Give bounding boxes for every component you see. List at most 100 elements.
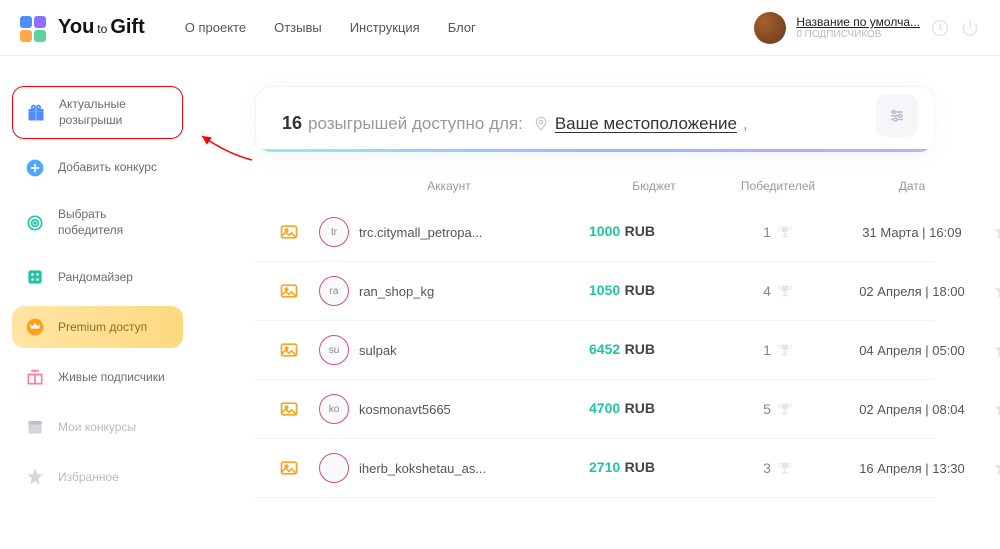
logo-text: YoutoGift (58, 16, 145, 39)
sidebar: Актуальные розыгрыши Добавить конкурс Вы… (0, 56, 195, 506)
user-name-link[interactable]: Название по умолча... (796, 15, 920, 29)
sidebar-item-my-contests[interactable]: Мои конкурсы (12, 406, 183, 448)
banner-comma: , (743, 114, 748, 134)
nav-about[interactable]: О проекте (185, 20, 246, 35)
account-name: ran_shop_kg (359, 284, 434, 299)
nav-instructions[interactable]: Инструкция (350, 20, 420, 35)
budget-amount: 4700 (589, 400, 620, 416)
sidebar-item-active-giveaways[interactable]: Актуальные розыгрыши (12, 86, 183, 139)
sidebar-item-label: Актуальные розыгрыши (59, 97, 170, 128)
budget-currency: RUB (625, 459, 655, 475)
favorite-star[interactable] (987, 340, 1000, 360)
calendar-icon (24, 416, 46, 438)
sidebar-item-label: Premium доступ (58, 320, 147, 336)
main: 16 розыгрышей доступно для: Ваше местопо… (195, 56, 1000, 506)
filter-button[interactable] (876, 94, 918, 136)
user-subs-label: 0 ПОДПИСЧИКОВ (796, 29, 920, 40)
budget-currency: RUB (625, 223, 655, 239)
account-avatar: su (319, 335, 349, 365)
sidebar-item-live-subs[interactable]: Живые подписчики (12, 356, 183, 398)
clock-icon[interactable] (930, 18, 950, 38)
sidebar-item-favorites[interactable]: Избранное (12, 456, 183, 498)
budget-currency: RUB (625, 341, 655, 357)
table-header: Аккаунт Бюджет Победителей Дата (255, 169, 935, 203)
sidebar-item-label: Рандомайзер (58, 270, 133, 286)
avatar[interactable] (754, 12, 786, 44)
image-icon (269, 399, 309, 419)
table-body: tr trc.citymall_petropa... 1000 RUB 1 31… (255, 203, 935, 498)
banner: 16 розыгрышей доступно для: Ваше местопо… (255, 86, 935, 153)
budget-amount: 1050 (589, 282, 620, 298)
trophy-icon (777, 342, 793, 358)
budget-amount: 2710 (589, 459, 620, 475)
winners-count: 4 (763, 283, 771, 299)
account-avatar: tr (319, 217, 349, 247)
favorite-star[interactable] (987, 458, 1000, 478)
sidebar-item-premium[interactable]: Premium доступ (12, 306, 183, 348)
sidebar-item-add-contest[interactable]: Добавить конкурс (12, 147, 183, 189)
gift2-icon (24, 366, 46, 388)
banner-text: розыгрышей доступно для: (308, 114, 523, 134)
image-icon (269, 222, 309, 242)
favorite-star[interactable] (987, 222, 1000, 242)
sidebar-item-label: Добавить конкурс (58, 160, 157, 176)
power-icon[interactable] (960, 18, 980, 38)
giveaway-count: 16 (282, 113, 302, 134)
account-name: iherb_kokshetau_as... (359, 461, 486, 476)
image-icon (269, 458, 309, 478)
account-avatar: ko (319, 394, 349, 424)
logo[interactable]: YoutoGift (20, 13, 145, 43)
date-label: 02 Апреля | 18:00 (837, 284, 987, 299)
budget-currency: RUB (625, 400, 655, 416)
plus-circle-icon (24, 157, 46, 179)
location-link[interactable]: Ваше местоположение (555, 114, 737, 134)
gift-icon (25, 102, 47, 124)
column-winners: Победителей (719, 179, 837, 193)
star-icon (24, 466, 46, 488)
target-icon (24, 212, 46, 234)
table-row[interactable]: iherb_kokshetau_as... 2710 RUB 3 16 Апре… (255, 439, 935, 498)
header: YoutoGift О проекте Отзывы Инструкция Бл… (0, 0, 1000, 56)
sidebar-item-pick-winner[interactable]: Выбрать победителя (12, 197, 183, 248)
nav-reviews[interactable]: Отзывы (274, 20, 322, 35)
date-label: 02 Апреля | 08:04 (837, 402, 987, 417)
trophy-icon (777, 401, 793, 417)
winners-count: 1 (763, 224, 771, 240)
table-row[interactable]: ra ran_shop_kg 1050 RUB 4 02 Апреля | 18… (255, 262, 935, 321)
sidebar-item-label: Живые подписчики (58, 370, 165, 386)
account-avatar: ra (319, 276, 349, 306)
image-icon (269, 340, 309, 360)
table-row[interactable]: tr trc.citymall_petropa... 1000 RUB 1 31… (255, 203, 935, 262)
crown-icon (24, 316, 46, 338)
column-date: Дата (837, 179, 987, 193)
trophy-icon (777, 283, 793, 299)
column-budget: Бюджет (589, 179, 719, 193)
table-row[interactable]: su sulpak 6452 RUB 1 04 Апреля | 05:00 (255, 321, 935, 380)
budget-currency: RUB (625, 282, 655, 298)
winners-count: 5 (763, 401, 771, 417)
sidebar-item-randomizer[interactable]: Рандомайзер (12, 256, 183, 298)
sidebar-item-label: Избранное (58, 470, 119, 486)
sidebar-item-label: Мои конкурсы (58, 420, 136, 436)
sidebar-item-label: Выбрать победителя (58, 207, 171, 238)
trophy-icon (777, 224, 793, 240)
nav: О проекте Отзывы Инструкция Блог (185, 20, 476, 35)
budget-amount: 6452 (589, 341, 620, 357)
winners-count: 1 (763, 342, 771, 358)
account-name: trc.citymall_petropa... (359, 225, 483, 240)
favorite-star[interactable] (987, 281, 1000, 301)
account-name: kosmonavt5665 (359, 402, 451, 417)
logo-icon (20, 13, 50, 43)
budget-amount: 1000 (589, 223, 620, 239)
account-name: sulpak (359, 343, 397, 358)
location-pin-icon (533, 116, 549, 132)
trophy-icon (777, 460, 793, 476)
date-label: 31 Марта | 16:09 (837, 225, 987, 240)
favorite-star[interactable] (987, 399, 1000, 419)
sliders-icon (888, 106, 906, 124)
dice-icon (24, 266, 46, 288)
date-label: 16 Апреля | 13:30 (837, 461, 987, 476)
image-icon (269, 281, 309, 301)
nav-blog[interactable]: Блог (448, 20, 476, 35)
table-row[interactable]: ko kosmonavt5665 4700 RUB 5 02 Апреля | … (255, 380, 935, 439)
